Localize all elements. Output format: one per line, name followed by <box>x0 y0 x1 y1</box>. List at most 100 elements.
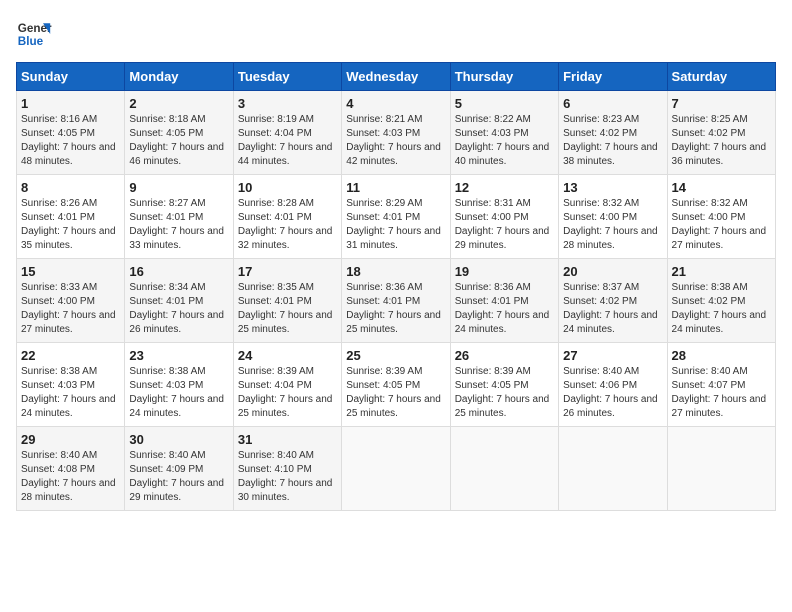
day-header-monday: Monday <box>125 63 233 91</box>
day-header-friday: Friday <box>559 63 667 91</box>
logo-icon: General Blue <box>16 16 52 52</box>
day-number: 5 <box>455 96 554 111</box>
day-info: Sunrise: 8:21 AM Sunset: 4:03 PM Dayligh… <box>346 113 445 169</box>
sunset-text: Sunset: 4:03 PM <box>346 127 445 141</box>
sunset-text: Sunset: 4:01 PM <box>346 295 445 309</box>
sunrise-text: Sunrise: 8:40 AM <box>563 365 662 379</box>
calendar-cell <box>667 427 775 511</box>
day-info: Sunrise: 8:32 AM Sunset: 4:00 PM Dayligh… <box>672 197 771 253</box>
sunrise-text: Sunrise: 8:33 AM <box>21 281 120 295</box>
sunrise-text: Sunrise: 8:26 AM <box>21 197 120 211</box>
day-info: Sunrise: 8:38 AM Sunset: 4:02 PM Dayligh… <box>672 281 771 337</box>
calendar-table: SundayMondayTuesdayWednesdayThursdayFrid… <box>16 62 776 511</box>
calendar-cell: 17 Sunrise: 8:35 AM Sunset: 4:01 PM Dayl… <box>233 259 341 343</box>
sunset-text: Sunset: 4:05 PM <box>455 379 554 393</box>
sunset-text: Sunset: 4:09 PM <box>129 463 228 477</box>
calendar-cell: 29 Sunrise: 8:40 AM Sunset: 4:08 PM Dayl… <box>17 427 125 511</box>
sunrise-text: Sunrise: 8:25 AM <box>672 113 771 127</box>
week-row-4: 22 Sunrise: 8:38 AM Sunset: 4:03 PM Dayl… <box>17 343 776 427</box>
logo: General Blue <box>16 16 52 52</box>
sunset-text: Sunset: 4:00 PM <box>672 211 771 225</box>
week-row-2: 8 Sunrise: 8:26 AM Sunset: 4:01 PM Dayli… <box>17 175 776 259</box>
sunrise-text: Sunrise: 8:29 AM <box>346 197 445 211</box>
sunrise-text: Sunrise: 8:21 AM <box>346 113 445 127</box>
sunset-text: Sunset: 4:01 PM <box>129 295 228 309</box>
day-info: Sunrise: 8:31 AM Sunset: 4:00 PM Dayligh… <box>455 197 554 253</box>
day-info: Sunrise: 8:35 AM Sunset: 4:01 PM Dayligh… <box>238 281 337 337</box>
calendar-cell: 14 Sunrise: 8:32 AM Sunset: 4:00 PM Dayl… <box>667 175 775 259</box>
daylight-text: Daylight: 7 hours and 24 minutes. <box>129 393 228 421</box>
day-info: Sunrise: 8:40 AM Sunset: 4:09 PM Dayligh… <box>129 449 228 505</box>
daylight-text: Daylight: 7 hours and 31 minutes. <box>346 225 445 253</box>
calendar-cell: 18 Sunrise: 8:36 AM Sunset: 4:01 PM Dayl… <box>342 259 450 343</box>
sunset-text: Sunset: 4:08 PM <box>21 463 120 477</box>
day-number: 28 <box>672 348 771 363</box>
day-number: 23 <box>129 348 228 363</box>
day-number: 9 <box>129 180 228 195</box>
calendar-cell: 25 Sunrise: 8:39 AM Sunset: 4:05 PM Dayl… <box>342 343 450 427</box>
sunset-text: Sunset: 4:10 PM <box>238 463 337 477</box>
daylight-text: Daylight: 7 hours and 36 minutes. <box>672 141 771 169</box>
sunset-text: Sunset: 4:04 PM <box>238 379 337 393</box>
day-number: 22 <box>21 348 120 363</box>
day-info: Sunrise: 8:29 AM Sunset: 4:01 PM Dayligh… <box>346 197 445 253</box>
day-number: 12 <box>455 180 554 195</box>
daylight-text: Daylight: 7 hours and 25 minutes. <box>346 309 445 337</box>
day-info: Sunrise: 8:33 AM Sunset: 4:00 PM Dayligh… <box>21 281 120 337</box>
day-info: Sunrise: 8:28 AM Sunset: 4:01 PM Dayligh… <box>238 197 337 253</box>
sunrise-text: Sunrise: 8:38 AM <box>129 365 228 379</box>
calendar-cell: 21 Sunrise: 8:38 AM Sunset: 4:02 PM Dayl… <box>667 259 775 343</box>
sunrise-text: Sunrise: 8:32 AM <box>672 197 771 211</box>
daylight-text: Daylight: 7 hours and 44 minutes. <box>238 141 337 169</box>
sunset-text: Sunset: 4:00 PM <box>21 295 120 309</box>
sunset-text: Sunset: 4:02 PM <box>563 127 662 141</box>
day-info: Sunrise: 8:36 AM Sunset: 4:01 PM Dayligh… <box>455 281 554 337</box>
calendar-cell: 23 Sunrise: 8:38 AM Sunset: 4:03 PM Dayl… <box>125 343 233 427</box>
sunset-text: Sunset: 4:01 PM <box>129 211 228 225</box>
day-info: Sunrise: 8:37 AM Sunset: 4:02 PM Dayligh… <box>563 281 662 337</box>
daylight-text: Daylight: 7 hours and 30 minutes. <box>238 477 337 505</box>
calendar-cell <box>450 427 558 511</box>
calendar-cell: 1 Sunrise: 8:16 AM Sunset: 4:05 PM Dayli… <box>17 91 125 175</box>
day-number: 16 <box>129 264 228 279</box>
day-number: 15 <box>21 264 120 279</box>
day-number: 30 <box>129 432 228 447</box>
calendar-cell <box>342 427 450 511</box>
day-number: 7 <box>672 96 771 111</box>
day-header-tuesday: Tuesday <box>233 63 341 91</box>
calendar-cell: 27 Sunrise: 8:40 AM Sunset: 4:06 PM Dayl… <box>559 343 667 427</box>
day-header-saturday: Saturday <box>667 63 775 91</box>
sunrise-text: Sunrise: 8:37 AM <box>563 281 662 295</box>
day-info: Sunrise: 8:16 AM Sunset: 4:05 PM Dayligh… <box>21 113 120 169</box>
day-number: 24 <box>238 348 337 363</box>
sunrise-text: Sunrise: 8:34 AM <box>129 281 228 295</box>
calendar-cell: 13 Sunrise: 8:32 AM Sunset: 4:00 PM Dayl… <box>559 175 667 259</box>
sunrise-text: Sunrise: 8:36 AM <box>346 281 445 295</box>
day-header-thursday: Thursday <box>450 63 558 91</box>
daylight-text: Daylight: 7 hours and 35 minutes. <box>21 225 120 253</box>
day-number: 13 <box>563 180 662 195</box>
calendar-cell <box>559 427 667 511</box>
sunset-text: Sunset: 4:05 PM <box>346 379 445 393</box>
sunset-text: Sunset: 4:04 PM <box>238 127 337 141</box>
day-number: 20 <box>563 264 662 279</box>
day-number: 18 <box>346 264 445 279</box>
sunrise-text: Sunrise: 8:40 AM <box>21 449 120 463</box>
day-info: Sunrise: 8:34 AM Sunset: 4:01 PM Dayligh… <box>129 281 228 337</box>
day-number: 10 <box>238 180 337 195</box>
daylight-text: Daylight: 7 hours and 24 minutes. <box>21 393 120 421</box>
calendar-cell: 30 Sunrise: 8:40 AM Sunset: 4:09 PM Dayl… <box>125 427 233 511</box>
day-header-wednesday: Wednesday <box>342 63 450 91</box>
sunrise-text: Sunrise: 8:38 AM <box>672 281 771 295</box>
daylight-text: Daylight: 7 hours and 26 minutes. <box>129 309 228 337</box>
calendar-cell: 5 Sunrise: 8:22 AM Sunset: 4:03 PM Dayli… <box>450 91 558 175</box>
day-number: 17 <box>238 264 337 279</box>
day-info: Sunrise: 8:25 AM Sunset: 4:02 PM Dayligh… <box>672 113 771 169</box>
day-info: Sunrise: 8:18 AM Sunset: 4:05 PM Dayligh… <box>129 113 228 169</box>
day-number: 8 <box>21 180 120 195</box>
week-row-1: 1 Sunrise: 8:16 AM Sunset: 4:05 PM Dayli… <box>17 91 776 175</box>
sunset-text: Sunset: 4:07 PM <box>672 379 771 393</box>
daylight-text: Daylight: 7 hours and 25 minutes. <box>346 393 445 421</box>
day-number: 26 <box>455 348 554 363</box>
daylight-text: Daylight: 7 hours and 25 minutes. <box>238 309 337 337</box>
